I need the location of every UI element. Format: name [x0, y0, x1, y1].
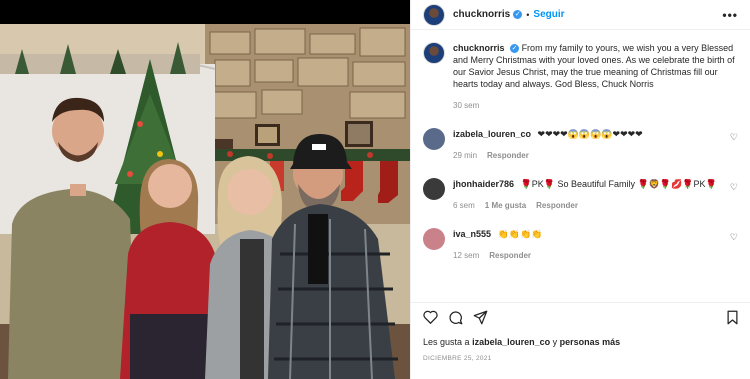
heart-icon[interactable] [423, 310, 438, 328]
comment-like-heart-icon[interactable]: ♡ [730, 132, 738, 143]
more-options-icon[interactable]: ••• [722, 8, 738, 22]
comments-section[interactable]: chucknorris ✓ From my family to yours, w… [411, 30, 750, 302]
commenter-username[interactable]: izabela_louren_co [453, 129, 531, 139]
comment-text: ❤❤❤❤😱😱😱😱❤❤❤❤ [537, 129, 643, 139]
instagram-post-view: chucknorris ✓ • Seguir ••• chucknorris ✓… [0, 0, 750, 379]
author-username[interactable]: chucknorris [453, 9, 510, 20]
share-icon[interactable] [473, 310, 488, 329]
post-date[interactable]: DICIEMBRE 25, 2021 [423, 355, 739, 362]
post-header: chucknorris ✓ • Seguir ••• [411, 0, 750, 30]
comment-time: 12 sem [453, 251, 480, 260]
commenter-avatar[interactable] [423, 128, 445, 150]
comment-icon[interactable] [448, 310, 463, 329]
author-avatar[interactable] [423, 3, 445, 26]
comment-meta: 12 sem Responder [453, 250, 723, 262]
comment-like-heart-icon[interactable]: ♡ [730, 232, 738, 243]
comment-time: 29 min [453, 151, 478, 160]
comment-body: jhonhaider786 🌹PK🌹 So Beautiful Family 🌹… [453, 178, 723, 212]
comment-meta: 6 sem 1 Me gusta Responder [453, 200, 723, 212]
separator-dot: • [526, 9, 530, 20]
action-icons-row [423, 309, 739, 329]
post-photo[interactable] [0, 24, 410, 379]
comment-like-heart-icon[interactable]: ♡ [730, 182, 738, 193]
follow-button[interactable]: Seguir [533, 9, 564, 20]
caption-body: chucknorris ✓ From my family to yours, w… [453, 42, 738, 112]
commenter-avatar[interactable] [423, 178, 445, 200]
caption-time: 30 sem [453, 101, 480, 110]
comment-item: jhonhaider786 🌹PK🌹 So Beautiful Family 🌹… [423, 178, 738, 212]
comment-body: iva_n555 👏👏👏👏 12 sem Responder [453, 228, 723, 262]
reply-button[interactable]: Responder [536, 200, 578, 212]
bookmark-icon[interactable] [726, 310, 739, 328]
comment-text: 👏👏👏👏 [497, 229, 543, 239]
comment-item: izabela_louren_co ❤❤❤❤😱😱😱😱❤❤❤❤ 29 min Re… [423, 128, 738, 162]
comment-text: 🌹PK🌹 So Beautiful Family 🌹🦁🌹💋🌹PK🌹 [520, 179, 717, 189]
comment-body: izabela_louren_co ❤❤❤❤😱😱😱😱❤❤❤❤ 29 min Re… [453, 128, 723, 162]
likes-others-link[interactable]: personas más [560, 337, 621, 347]
verified-badge-icon: ✓ [513, 10, 523, 19]
commenter-avatar[interactable] [423, 228, 445, 250]
likes-summary: Les gusta a izabela_louren_co y personas… [423, 337, 739, 347]
caption-username[interactable]: chucknorris [453, 43, 505, 53]
post-caption: chucknorris ✓ From my family to yours, w… [423, 42, 738, 112]
commenter-username[interactable]: iva_n555 [453, 229, 491, 239]
reply-button[interactable]: Responder [487, 150, 529, 162]
comment-time: 6 sem [453, 201, 475, 210]
family-christmas-photo [0, 24, 410, 379]
likes-suffix: y [552, 337, 558, 347]
comment-likes-count[interactable]: 1 Me gusta [485, 200, 526, 212]
comment-meta: 29 min Responder [453, 150, 723, 162]
reply-button[interactable]: Responder [489, 250, 531, 262]
likes-user-link[interactable]: izabela_louren_co [472, 337, 550, 347]
likes-prefix: Les gusta a [423, 337, 470, 347]
top-black-strip [0, 0, 410, 24]
caption-verified-badge-icon: ✓ [510, 44, 520, 54]
comment-item: iva_n555 👏👏👏👏 12 sem Responder ♡ [423, 228, 738, 262]
caption-author-avatar[interactable] [423, 42, 445, 64]
post-actions: Les gusta a izabela_louren_co y personas… [411, 302, 750, 362]
post-side-panel: chucknorris ✓ • Seguir ••• chucknorris ✓… [410, 0, 750, 379]
commenter-username[interactable]: jhonhaider786 [453, 179, 514, 189]
